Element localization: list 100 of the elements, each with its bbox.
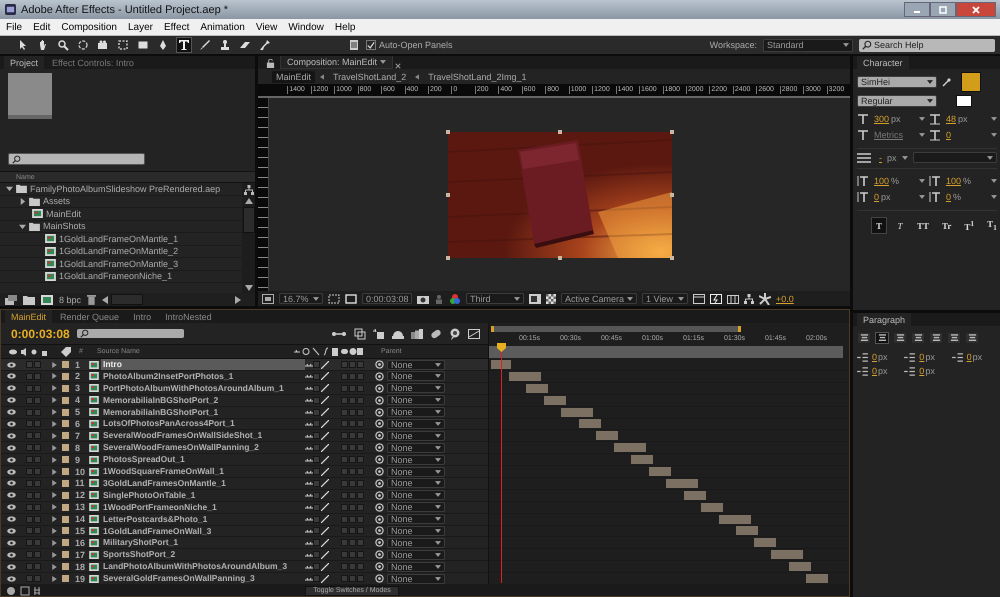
layer-name[interactable]: PhotosSpreadOut_1	[101, 454, 305, 466]
shy-switch-icon[interactable]	[305, 468, 313, 475]
label-color-swatch[interactable]	[62, 384, 69, 392]
alignment-button[interactable]	[947, 332, 961, 344]
switch-box[interactable]	[357, 516, 364, 523]
switch-box[interactable]	[34, 551, 41, 558]
shy-switch-icon[interactable]	[305, 385, 313, 392]
layer-duration-bar[interactable]	[788, 562, 810, 572]
switch-box[interactable]	[34, 420, 41, 428]
switch-box[interactable]	[349, 504, 356, 511]
value-field[interactable]: 0	[946, 130, 951, 140]
switch-box[interactable]	[357, 444, 364, 452]
eye-icon[interactable]	[7, 385, 16, 392]
current-time-field[interactable]: 0:00:03:08	[362, 293, 412, 304]
shy-switch-icon[interactable]	[305, 564, 313, 570]
panel-tab[interactable]: Effect Controls: Intro	[46, 56, 140, 69]
layer-name[interactable]: PhotoAlbum2InsetPortPhotos_1	[101, 370, 305, 382]
value-field[interactable]: 100	[874, 176, 890, 186]
switch-box[interactable]	[313, 456, 320, 464]
switch-box[interactable]	[357, 420, 364, 428]
shy-switch-icon[interactable]	[305, 373, 313, 380]
eye-icon[interactable]	[7, 540, 16, 546]
layer-row[interactable]: 6 LotsOfPhotosPanAcross4Port_1 None	[1, 418, 488, 430]
switch-box[interactable]	[26, 456, 33, 464]
switch-box[interactable]	[357, 575, 364, 582]
shy-switch-icon[interactable]	[305, 432, 313, 439]
alignment-button[interactable]	[857, 332, 871, 344]
switch-box[interactable]	[341, 516, 348, 523]
switch-box[interactable]	[357, 456, 364, 464]
value-field[interactable]: Metrics	[874, 130, 903, 140]
breadcrumb-tab[interactable]: MainEdit	[272, 70, 316, 82]
rotate-icon[interactable]	[77, 39, 89, 51]
label-color-swatch[interactable]	[62, 456, 69, 464]
rectangle-icon[interactable]	[137, 39, 149, 51]
comp-flowchart-icon[interactable]	[727, 294, 739, 304]
resolution-dropdown[interactable]: Third	[466, 293, 524, 304]
switch-box[interactable]	[313, 468, 320, 476]
parent-dropdown[interactable]: None	[387, 454, 445, 465]
label-color-swatch[interactable]	[62, 444, 69, 452]
draft-3d-icon[interactable]	[354, 328, 366, 340]
transform-handle[interactable]	[558, 130, 562, 134]
layer-name[interactable]: MemorabiliaInBGShotPort_1	[101, 406, 305, 418]
timeline-tab[interactable]: IntroNested	[159, 310, 218, 323]
shy-switch-icon[interactable]	[305, 456, 313, 463]
switch-box[interactable]	[34, 432, 41, 440]
layer-duration-bar[interactable]	[736, 526, 758, 536]
label-color-swatch[interactable]	[62, 408, 69, 416]
switch-box[interactable]	[313, 384, 320, 392]
menu-item[interactable]: Edit	[33, 22, 50, 32]
safe-margins-icon[interactable]	[328, 294, 340, 304]
layer-row[interactable]: 9 PhotosSpreadOut_1 None	[1, 454, 488, 466]
switch-box[interactable]	[313, 504, 320, 511]
switch-box[interactable]	[357, 551, 364, 558]
label-color-swatch[interactable]	[62, 396, 69, 404]
switch-box[interactable]	[34, 516, 41, 523]
switch-box[interactable]	[313, 551, 320, 558]
panel-tab[interactable]: Character	[857, 56, 909, 69]
switch-box[interactable]	[313, 444, 320, 452]
menu-item[interactable]: Help	[334, 22, 356, 32]
switch-box[interactable]	[313, 492, 320, 499]
layer-row[interactable]: 10 1WoodSquareFrameOnWall_1 None	[1, 466, 488, 478]
layer-duration-bar[interactable]	[718, 514, 750, 524]
switch-box[interactable]	[34, 408, 41, 416]
person-icon[interactable]	[434, 294, 444, 304]
pan-behind-icon[interactable]	[117, 39, 129, 51]
eyedropper-icon[interactable]	[942, 77, 952, 87]
timeline-tab[interactable]: MainEdit	[5, 310, 52, 323]
selection-arrow-icon[interactable]	[17, 39, 29, 51]
font-style-dropdown[interactable]: Regular	[857, 95, 937, 107]
switch-box[interactable]	[349, 492, 356, 499]
caret-icon[interactable]	[924, 99, 933, 103]
new-folder-icon[interactable]	[23, 294, 35, 304]
switch-box[interactable]	[26, 361, 33, 368]
switch-box[interactable]	[349, 432, 356, 440]
switch-box[interactable]	[341, 396, 348, 404]
parent-dropdown[interactable]: None	[387, 407, 445, 418]
layer-name[interactable]: SinglePhotoOnTable_1	[101, 490, 305, 501]
label-color-swatch[interactable]	[62, 539, 69, 546]
close-button[interactable]	[956, 2, 996, 17]
switch-box[interactable]	[341, 504, 348, 511]
trash-icon[interactable]	[87, 294, 96, 305]
layer-row[interactable]: 13 1WoodPortFrameonNiche_1 None	[1, 502, 488, 514]
value-field[interactable]: 0	[872, 366, 878, 376]
color-channels-icon[interactable]	[449, 292, 461, 304]
shy-switch-icon[interactable]	[305, 516, 313, 522]
layer-name[interactable]: LotsOfPhotosPanAcross4Port_1	[101, 418, 305, 430]
alignment-button[interactable]	[911, 332, 925, 344]
timeline-tab[interactable]: Intro	[127, 310, 158, 323]
fill-color-swatch[interactable]	[961, 72, 981, 92]
switch-box[interactable]	[313, 372, 320, 380]
parent-dropdown[interactable]: None	[387, 514, 445, 524]
layer-name[interactable]: SportsShotPort_2	[101, 549, 305, 560]
layer-row[interactable]: 15 1GoldLandFrameOnWall_3 None	[1, 526, 488, 538]
caret-icon[interactable]	[918, 117, 925, 121]
work-area-bar[interactable]	[491, 326, 741, 332]
project-item[interactable]: 1GoldLandFrameOnMantle_1	[0, 233, 242, 246]
switch-box[interactable]	[26, 432, 33, 440]
shy-switch-icon[interactable]	[305, 444, 313, 451]
transform-handle[interactable]	[446, 256, 450, 260]
camera-dropdown[interactable]: Active Camera	[561, 293, 637, 304]
